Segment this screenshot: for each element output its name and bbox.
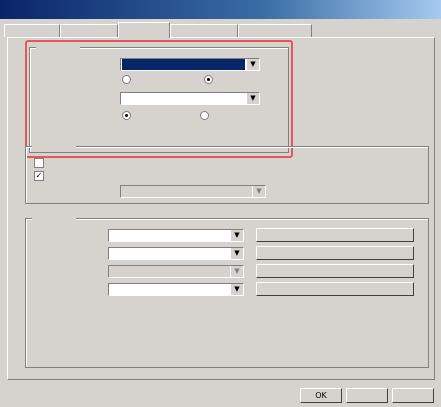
ok-button[interactable]: OK <box>300 388 342 403</box>
notify-sub-value <box>122 186 251 197</box>
notify-group-legend <box>32 141 76 151</box>
checkbox-1[interactable] <box>34 158 44 168</box>
tab-2[interactable] <box>60 24 118 37</box>
access-row-3-button[interactable] <box>256 264 414 278</box>
note-2-line-1 <box>44 333 84 343</box>
access-row-2-label <box>34 249 64 260</box>
access-row-3-label <box>34 267 64 278</box>
row3-radio-a-dot[interactable] <box>122 111 131 120</box>
note-1-line-1 <box>44 304 84 314</box>
plan-select[interactable]: ▼ <box>120 58 260 71</box>
notify-sub-select[interactable]: ▼ <box>120 185 266 198</box>
discount-select-value <box>122 93 245 104</box>
checkbox-2[interactable]: ✓ <box>34 171 44 181</box>
access-row-2-value <box>110 248 229 259</box>
radio-flexible-plan[interactable] <box>204 75 216 84</box>
row3-radio-b-dot[interactable] <box>200 111 209 120</box>
note-2-line-2 <box>48 344 88 354</box>
chevron-down-icon[interactable]: ▼ <box>246 93 259 104</box>
tab-5[interactable] <box>238 24 312 37</box>
note-1-line-2 <box>48 315 88 325</box>
radio-basic-plan[interactable] <box>122 75 134 84</box>
help-button[interactable] <box>392 388 434 403</box>
notify-sub-label <box>46 187 76 198</box>
access-row-4-label <box>34 285 64 296</box>
chevron-down-icon[interactable]: ▼ <box>230 266 243 277</box>
access-row-1-select[interactable]: ▼ <box>108 229 244 242</box>
tab-1[interactable] <box>4 24 60 37</box>
access-row-2-select[interactable]: ▼ <box>108 247 244 260</box>
row3-label <box>42 112 72 123</box>
plan-label <box>42 60 72 71</box>
access-row-2-button[interactable] <box>256 246 414 260</box>
access-row-3-value <box>110 266 229 277</box>
tab-4[interactable] <box>170 24 238 37</box>
radio-basic-dot[interactable] <box>122 75 131 84</box>
chevron-down-icon[interactable]: ▼ <box>246 59 259 70</box>
access-row-1-button[interactable] <box>256 228 414 242</box>
discount-label <box>42 94 72 105</box>
chevron-down-icon[interactable]: ▼ <box>230 284 243 295</box>
row3-radio-a[interactable] <box>122 111 134 120</box>
access-group-legend <box>32 213 76 223</box>
access-row-1-value <box>110 230 229 241</box>
plan-select-value <box>122 59 245 70</box>
notify-check-2[interactable]: ✓ <box>34 171 47 181</box>
access-row-3-select[interactable]: ▼ <box>108 265 244 278</box>
discount-select[interactable]: ▼ <box>120 92 260 105</box>
access-row-4-button[interactable] <box>256 282 414 296</box>
notify-check-1[interactable] <box>34 158 47 168</box>
tab-3-active[interactable] <box>118 22 170 38</box>
radio-flexible-dot[interactable] <box>204 75 213 84</box>
access-row-1-label <box>34 231 64 242</box>
row3-radio-b[interactable] <box>200 111 212 120</box>
chevron-down-icon[interactable]: ▼ <box>252 186 265 197</box>
access-row-4-select[interactable]: ▼ <box>108 283 244 296</box>
chevron-down-icon[interactable]: ▼ <box>230 248 243 259</box>
chevron-down-icon[interactable]: ▼ <box>230 230 243 241</box>
cancel-button[interactable] <box>346 388 388 403</box>
access-row-4-value <box>110 284 229 295</box>
title-bar <box>0 0 441 19</box>
